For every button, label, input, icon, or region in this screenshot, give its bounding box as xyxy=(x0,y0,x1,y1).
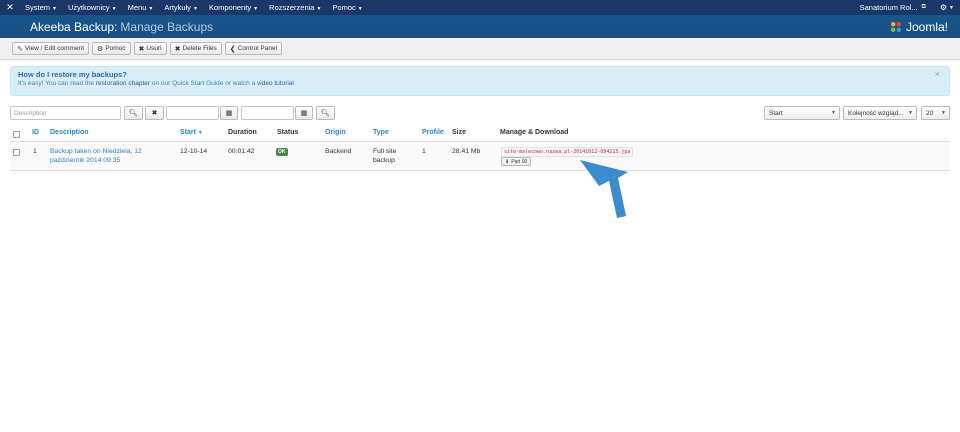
restore-info-alert: How do I restore my backups? It's easy! … xyxy=(10,66,950,96)
caret-down-icon: ▼ xyxy=(253,6,259,12)
dropdown-arrow-icon: ▼ xyxy=(941,110,946,116)
user-settings-icon[interactable]: ⚙ xyxy=(940,3,947,12)
external-link-icon: ⧉ xyxy=(921,4,926,10)
close-icon: ✖ xyxy=(174,45,181,53)
caret-down-icon: ▼ xyxy=(357,6,363,12)
menu-menus[interactable]: Menu ▼ xyxy=(123,3,160,12)
cell-id: 1 xyxy=(33,148,37,155)
date-from-calendar-button[interactable]: ▦ xyxy=(220,106,238,120)
cell-origin: Backend xyxy=(325,148,352,155)
toolbar: ✎ View / Edit comment ⚙ Pomoc ✖ Usuń ✖ Delet… xyxy=(0,38,960,60)
col-status: Status xyxy=(277,129,299,136)
gear-icon: ⚙ xyxy=(97,45,104,53)
video-tutorial-link[interactable]: video tutorial xyxy=(257,80,294,87)
sort-order-select[interactable]: Kolejność wzgląd... ▼ xyxy=(843,106,917,120)
date-to-calendar-button[interactable]: ▦ xyxy=(295,106,313,120)
table-row: 1 Backup taken on Niedziela, 12 paździer… xyxy=(10,142,950,171)
search-icon: 🔍︎ xyxy=(129,110,138,117)
sort-field-select[interactable]: Start ▼ xyxy=(764,106,840,120)
dropdown-arrow-icon: ▼ xyxy=(831,110,836,116)
chevron-left-icon: ❮ xyxy=(229,45,236,53)
close-icon[interactable]: × xyxy=(935,69,940,79)
date-from-input[interactable] xyxy=(166,106,219,120)
filter-bar: Description 🔍︎ ✖ ▦ ▦ 🔍︎ Start ▼ Kolejność… xyxy=(10,106,950,120)
close-icon: ✖ xyxy=(151,110,158,117)
calendar-icon: ▦ xyxy=(225,110,233,117)
date-to-input[interactable] xyxy=(241,106,294,120)
menu-users[interactable]: Użytkownicy ▼ xyxy=(63,3,123,12)
page-header: Akeeba Backup: Manage Backups Joomla! xyxy=(0,15,960,38)
menubar-right: Sanatorium Rol... ⧉ ⚙ ▼ xyxy=(860,3,960,12)
control-panel-button[interactable]: ❮ Control Panel xyxy=(224,42,283,55)
menu-help[interactable]: Pomoc ▼ xyxy=(327,3,368,12)
cell-size: 28.41 Mb xyxy=(452,148,481,155)
delete-button[interactable]: ✖ Usuń xyxy=(133,42,167,55)
cell-type: Full site backup xyxy=(373,148,397,164)
calendar-icon: ▦ xyxy=(300,110,308,117)
sort-desc-icon: ▼ xyxy=(197,130,203,136)
close-icon: ✖ xyxy=(138,45,145,53)
select-all-checkbox[interactable] xyxy=(13,131,20,138)
caret-down-icon: ▼ xyxy=(316,6,322,12)
col-size: Size xyxy=(452,129,467,136)
col-type[interactable]: Type xyxy=(373,129,389,136)
col-profile[interactable]: Profile xyxy=(422,129,444,136)
annotation-arrow-icon xyxy=(580,160,628,218)
date-search-button[interactable]: 🔍︎ xyxy=(316,106,335,120)
cell-start: 12-10-14 xyxy=(180,148,208,155)
col-start[interactable]: Start ▼ xyxy=(180,129,203,136)
search-button[interactable]: 🔍︎ xyxy=(124,106,143,120)
menu-extensions[interactable]: Rozszerzenia ▼ xyxy=(264,3,327,12)
alert-heading: How do I restore my backups? xyxy=(18,70,127,79)
joomla-small-icon[interactable]: ✕ xyxy=(0,2,20,13)
dropdown-arrow-icon: ▼ xyxy=(908,110,913,116)
view-edit-comment-button[interactable]: ✎ View / Edit comment xyxy=(12,42,90,55)
menu-components[interactable]: Komponenty ▼ xyxy=(204,3,264,12)
page: ✕ System ▼ Użytkownicy ▼ Menu ▼ Artykuły ▼ K… xyxy=(0,0,960,432)
edit-icon: ✎ xyxy=(17,45,23,53)
caret-down-icon: ▼ xyxy=(949,4,954,11)
admin-menubar: ✕ System ▼ Użytkownicy ▼ Menu ▼ Artykuły ▼ K… xyxy=(0,0,960,15)
status-badge: OK xyxy=(276,148,288,156)
caret-down-icon: ▼ xyxy=(52,6,57,12)
menu-system[interactable]: System ▼ xyxy=(20,3,63,12)
clear-button[interactable]: ✖ xyxy=(145,106,164,120)
caret-down-icon: ▼ xyxy=(148,6,154,12)
download-part-button[interactable]: ⬇ Part 00 xyxy=(501,157,532,166)
site-name-link[interactable]: Sanatorium Rol... xyxy=(860,3,918,12)
col-duration: Duration xyxy=(228,129,257,136)
joomla-logo: Joomla! xyxy=(889,20,948,34)
restoration-chapter-link[interactable]: restoration chapter xyxy=(96,80,150,87)
main-menu: System ▼ Użytkownicy ▼ Menu ▼ Artykuły ▼ Kom… xyxy=(20,3,369,12)
table-header: ID Description Start ▼ Duration Status O… xyxy=(10,126,950,142)
alert-text: It's easy! You can read the restoration … xyxy=(18,80,294,87)
cell-profile: 1 xyxy=(422,148,426,155)
col-id[interactable]: ID xyxy=(32,129,39,136)
row-checkbox[interactable] xyxy=(13,149,20,156)
delete-files-button[interactable]: ✖ Delete Files xyxy=(169,42,222,55)
col-manage-download: Manage & Download xyxy=(500,129,569,136)
search-icon: 🔍︎ xyxy=(321,110,330,117)
help-button[interactable]: ⚙ Pomoc xyxy=(92,42,131,55)
page-limit-select[interactable]: 20 ▼ xyxy=(921,106,950,120)
page-title: Akeeba Backup: Manage Backups xyxy=(30,19,214,34)
col-description[interactable]: Description xyxy=(50,129,89,136)
menu-articles[interactable]: Artykuły ▼ xyxy=(159,3,204,12)
caret-down-icon: ▼ xyxy=(193,6,198,12)
download-icon: ⬇ xyxy=(505,158,510,165)
backup-description-link[interactable]: Backup taken on Niedziela, 12 październi… xyxy=(50,147,170,165)
description-search-input[interactable]: Description xyxy=(10,106,121,120)
joomla-logo-icon xyxy=(890,21,902,32)
col-origin[interactable]: Origin xyxy=(325,129,346,136)
caret-down-icon: ▼ xyxy=(111,6,117,12)
cell-duration: 00:01:42 xyxy=(228,148,255,155)
